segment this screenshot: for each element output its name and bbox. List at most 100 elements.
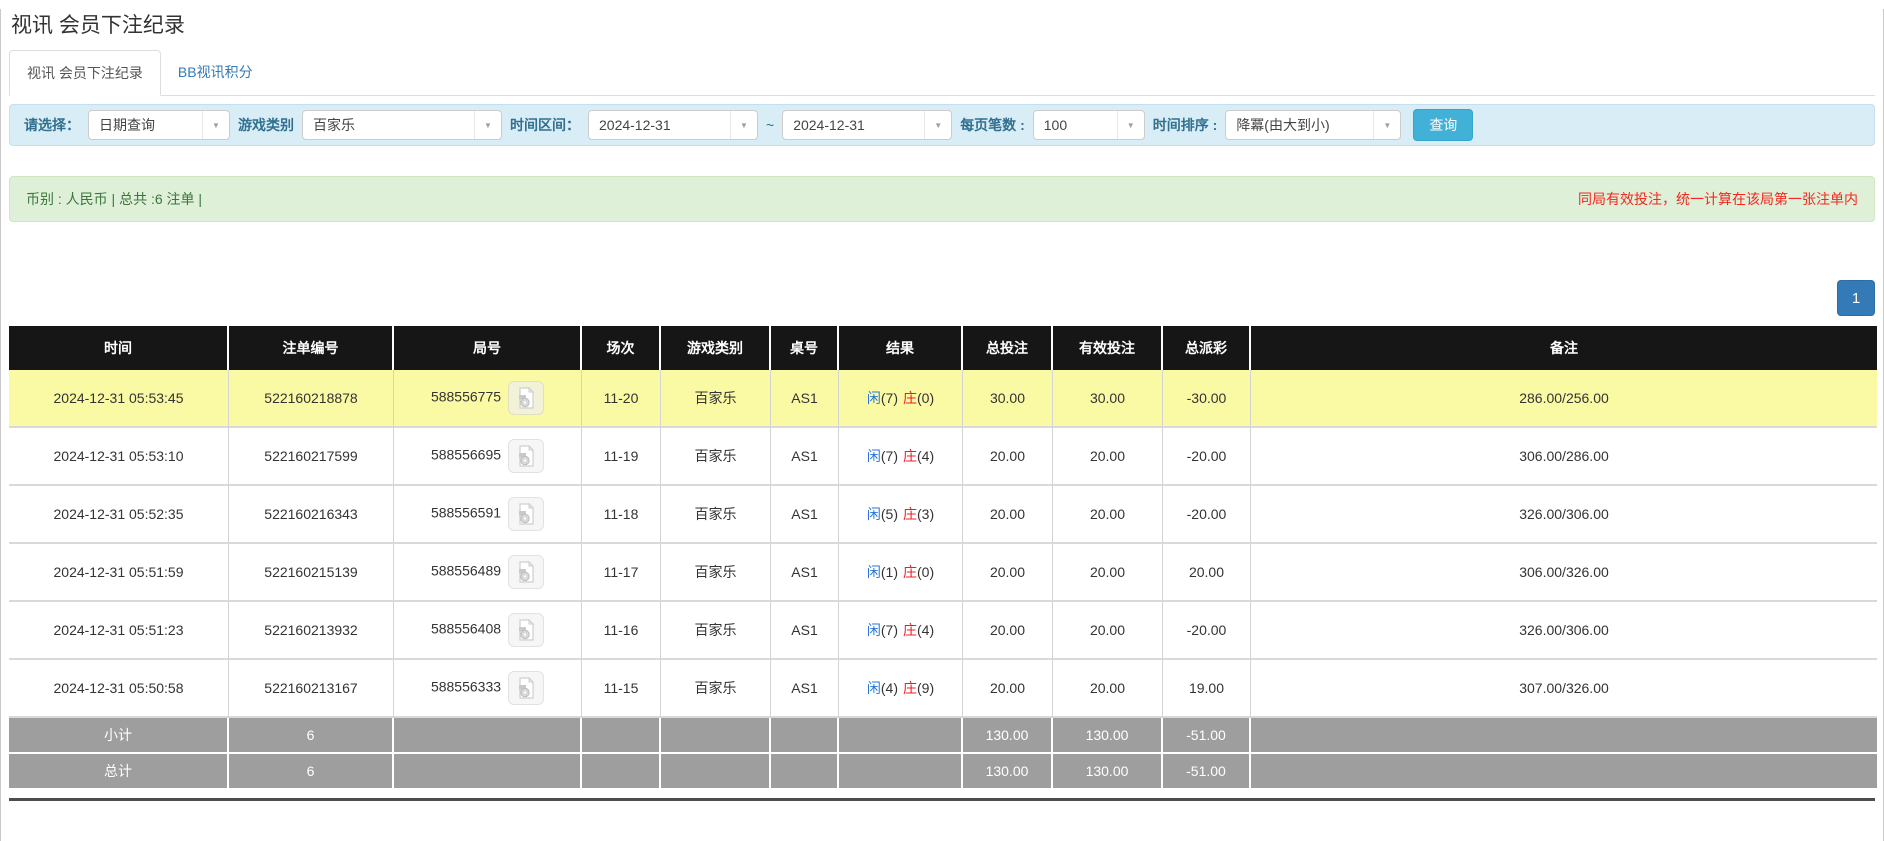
page-size-value: 100 <box>1034 117 1117 133</box>
cell-session: 11-17 <box>582 544 661 602</box>
round-id-value: 588556591 <box>431 505 501 521</box>
result-player-score: (5) <box>881 506 898 522</box>
cell-table-no: AS1 <box>771 370 839 428</box>
cell-round-id <box>394 754 582 790</box>
cell-remark <box>1251 754 1877 790</box>
date-range-tilde: ~ <box>766 117 774 133</box>
tab-bb-points[interactable]: BB视讯积分 <box>161 50 270 95</box>
cell-valid-bet: 20.00 <box>1053 544 1163 602</box>
result-player-score: (1) <box>881 564 898 580</box>
date-to-value: 2024-12-31 <box>783 117 924 133</box>
cell-valid-bet: 130.00 <box>1053 718 1163 754</box>
search-button[interactable]: 查询 <box>1413 109 1473 141</box>
game-type-select[interactable]: 百家乐 ▼ <box>302 110 502 140</box>
chevron-down-icon[interactable]: ▼ <box>202 111 229 139</box>
cell-payout: -51.00 <box>1163 718 1251 754</box>
result-banker: 庄 <box>903 564 917 580</box>
page-size-select[interactable]: 100 ▼ <box>1033 110 1145 140</box>
chevron-down-icon[interactable]: ▼ <box>924 111 951 139</box>
round-id-value: 588556775 <box>431 389 501 405</box>
date-from-select[interactable]: 2024-12-31 ▼ <box>588 110 758 140</box>
cell-result <box>839 754 963 790</box>
video-replay-button[interactable] <box>508 613 544 647</box>
cell-game-type <box>661 718 771 754</box>
cell-game-type: 百家乐 <box>661 370 771 428</box>
cell-time: 2024-12-31 05:51:59 <box>9 544 229 602</box>
cell-game-type: 百家乐 <box>661 428 771 486</box>
cell-result: 闲(4)庄(9) <box>839 660 963 718</box>
cell-session <box>582 718 661 754</box>
sort-order-select[interactable]: 降冪(由大到小) ▼ <box>1225 110 1401 140</box>
cell-total-bet[interactable]: 20.00 <box>963 544 1053 602</box>
chevron-down-icon[interactable]: ▼ <box>1117 111 1144 139</box>
result-banker-score: (4) <box>917 622 934 638</box>
video-replay-button[interactable] <box>508 671 544 705</box>
video-replay-button[interactable] <box>508 555 544 589</box>
pagination: 1 <box>9 280 1875 316</box>
cell-result: 闲(1)庄(0) <box>839 544 963 602</box>
result-banker: 庄 <box>903 622 917 638</box>
cell-total-bet[interactable]: 20.00 <box>963 602 1053 660</box>
cell-summary-label: 小计 <box>9 718 229 754</box>
page-button-1[interactable]: 1 <box>1837 280 1875 316</box>
cell-result <box>839 718 963 754</box>
cell-summary-count: 6 <box>229 754 394 790</box>
query-type-select[interactable]: 日期查询 ▼ <box>88 110 230 140</box>
result-banker: 庄 <box>903 390 917 406</box>
cell-summary-label: 总计 <box>9 754 229 790</box>
result-player: 闲 <box>867 506 881 522</box>
tab-betting-records[interactable]: 视讯 会员下注纪录 <box>9 50 161 96</box>
result-banker-score: (9) <box>917 680 934 696</box>
video-file-icon <box>516 561 536 583</box>
cell-time: 2024-12-31 05:53:10 <box>9 428 229 486</box>
cell-round-id: 588556333 <box>394 660 582 718</box>
cell-payout: -51.00 <box>1163 754 1251 790</box>
col-time: 时间 <box>9 326 229 370</box>
page: 视讯 会员下注纪录 视讯 会员下注纪录 BB视讯积分 请选择： 日期查询 ▼ 游… <box>0 9 1884 841</box>
cell-bet-id: 522160218878 <box>229 370 394 428</box>
cell-table-no: AS1 <box>771 602 839 660</box>
cell-total-bet[interactable]: 30.00 <box>963 370 1053 428</box>
tab-bar: 视讯 会员下注纪录 BB视讯积分 <box>9 50 1875 96</box>
video-replay-button[interactable] <box>508 439 544 473</box>
date-from-value: 2024-12-31 <box>589 117 730 133</box>
sort-order-label: 时间排序 : <box>1153 115 1218 135</box>
cell-payout: -30.00 <box>1163 370 1251 428</box>
date-to-select[interactable]: 2024-12-31 ▼ <box>782 110 952 140</box>
query-type-value: 日期查询 <box>89 115 202 135</box>
cell-total-bet[interactable]: 20.00 <box>963 428 1053 486</box>
cell-total-bet[interactable]: 20.00 <box>963 660 1053 718</box>
cell-result: 闲(7)庄(4) <box>839 602 963 660</box>
result-player-score: (4) <box>881 680 898 696</box>
result-banker: 庄 <box>903 680 917 696</box>
cell-session: 11-16 <box>582 602 661 660</box>
cell-result: 闲(7)庄(0) <box>839 370 963 428</box>
table-row: 2024-12-31 05:51:23 522160213932 5885564… <box>9 602 1877 660</box>
cell-round-id: 588556408 <box>394 602 582 660</box>
cell-round-id: 588556591 <box>394 486 582 544</box>
page-bottom-border <box>9 798 1875 801</box>
chevron-down-icon[interactable]: ▼ <box>474 111 501 139</box>
chevron-down-icon[interactable]: ▼ <box>730 111 757 139</box>
col-result: 结果 <box>839 326 963 370</box>
game-type-value: 百家乐 <box>303 115 474 135</box>
cell-game-type: 百家乐 <box>661 602 771 660</box>
table-row: 2024-12-31 05:53:45 522160218878 5885567… <box>9 370 1877 428</box>
video-replay-button[interactable] <box>508 497 544 531</box>
cell-valid-bet: 20.00 <box>1053 660 1163 718</box>
cell-result: 闲(5)庄(3) <box>839 486 963 544</box>
table-summary-row: 总计 6 130.00 130.00 -51.00 <box>9 754 1877 790</box>
cell-time: 2024-12-31 05:50:58 <box>9 660 229 718</box>
time-range-label: 时间区间： <box>510 115 580 135</box>
cell-round-id: 588556775 <box>394 370 582 428</box>
cell-remark: 326.00/306.00 <box>1251 486 1877 544</box>
cell-total-bet: 130.00 <box>963 718 1053 754</box>
cell-total-bet[interactable]: 20.00 <box>963 486 1053 544</box>
cell-bet-id: 522160215139 <box>229 544 394 602</box>
video-replay-button[interactable] <box>508 381 544 415</box>
cell-valid-bet: 20.00 <box>1053 602 1163 660</box>
result-player: 闲 <box>867 390 881 406</box>
cell-session: 11-19 <box>582 428 661 486</box>
chevron-down-icon[interactable]: ▼ <box>1373 111 1400 139</box>
summary-bar: 币别 : 人民币 | 总共 :6 注单 | 同局有效投注，统一计算在该局第一张注… <box>9 176 1875 222</box>
